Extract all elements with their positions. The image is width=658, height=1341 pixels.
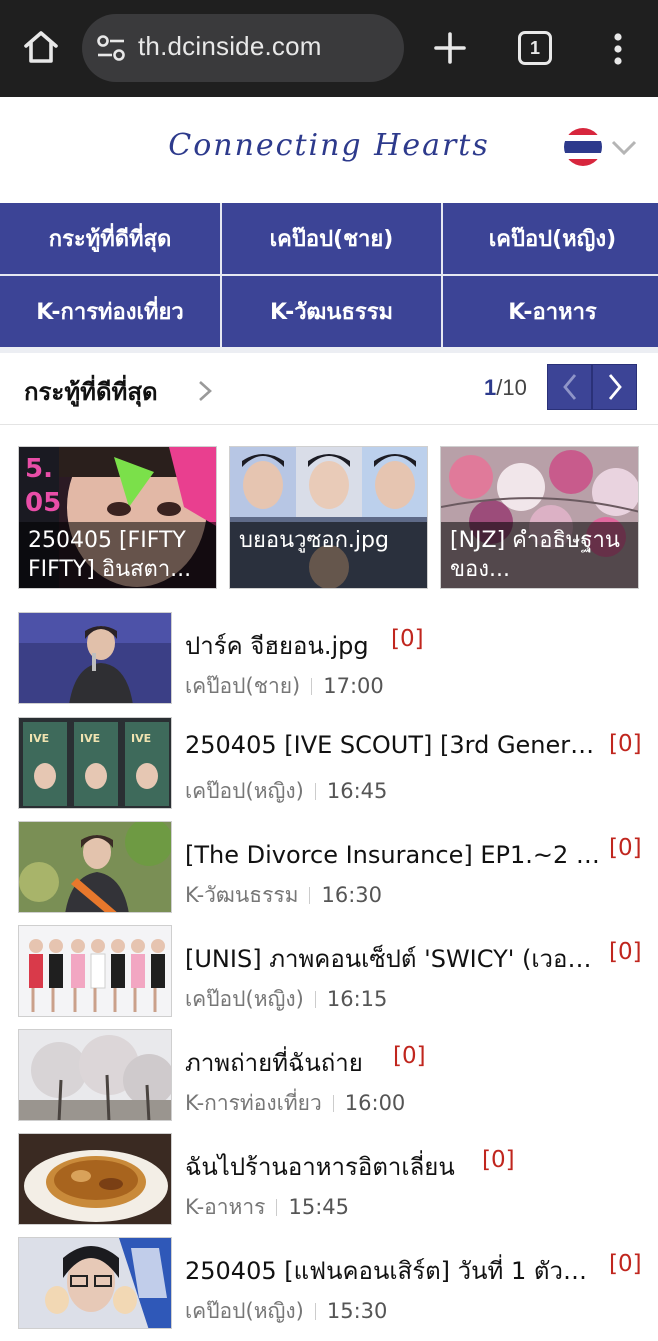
- featured-caption: 250405 [FIFTY FIFTY] อินสตา...: [19, 522, 216, 588]
- section-header: กระทู้ที่ดีที่สุด 1/10: [0, 353, 658, 425]
- site-header: Connecting Hearts: [0, 97, 658, 203]
- post-time: 15:45: [288, 1195, 349, 1219]
- list-item[interactable]: ปาร์ค จีฮยอน.jpg [0] เคป๊อป(ชาย) 17:00: [0, 612, 658, 716]
- category-k-culture[interactable]: K-วัฒนธรรม: [222, 276, 441, 347]
- list-item[interactable]: 250405 [แฟนคอนเสิร์ต] วันที่ 1 ตัวแทน [0…: [0, 1237, 658, 1341]
- featured-posts: 5. 05 250405 [FIFTY FIFTY] อินสตา... บยอ…: [18, 446, 640, 589]
- svg-text:05: 05: [25, 488, 61, 518]
- svg-text:IVE: IVE: [131, 732, 151, 745]
- post-time: 15:30: [326, 1299, 388, 1323]
- comment-count: [0]: [609, 939, 642, 965]
- category-k-food[interactable]: K-อาหาร: [443, 276, 658, 347]
- post-category: เคป๊อป(ชาย): [185, 674, 301, 698]
- category-kpop-male[interactable]: เคป๊อป(ชาย): [222, 203, 441, 274]
- next-page-button[interactable]: [592, 364, 637, 410]
- featured-card[interactable]: บยอนวูซอก.jpg: [229, 446, 428, 589]
- post-thumbnail: [18, 612, 172, 704]
- post-meta: เคป๊อป(หญิง) 16:15: [185, 983, 387, 1016]
- section-title[interactable]: กระทู้ที่ดีที่สุด: [24, 372, 158, 411]
- post-category: K-วัฒนธรรม: [185, 883, 299, 907]
- post-thumbnail: [18, 1133, 172, 1225]
- page-current: 1: [484, 375, 497, 400]
- post-thumbnail: [18, 1237, 172, 1329]
- post-thumbnail: [18, 1029, 172, 1121]
- separator: [332, 1095, 334, 1112]
- more-options-icon[interactable]: [606, 30, 630, 68]
- post-title: ฉันไปร้านอาหารอิตาเลี่ยน: [185, 1153, 455, 1181]
- svg-text:IVE: IVE: [29, 732, 49, 745]
- chevron-right-icon: [608, 374, 622, 400]
- separator: [314, 991, 316, 1008]
- svg-text:5.: 5.: [25, 454, 53, 484]
- list-item[interactable]: ภาพถ่ายที่ฉันถ่าย [0] K-การท่องเที่ยว 16:…: [0, 1029, 658, 1133]
- chevron-right-icon[interactable]: [196, 379, 214, 403]
- comment-count: [0]: [609, 835, 642, 861]
- post-title: [UNIS] ภาพคอนเซ็ปต์ 'SWICY' (เวอร์ชัน): [185, 945, 600, 973]
- comment-count: [0]: [391, 626, 424, 652]
- post-meta: K-อาหาร 15:45: [185, 1191, 349, 1224]
- post-meta: เคป๊อป(หญิง) 15:30: [185, 1295, 387, 1328]
- post-meta: เคป๊อป(ชาย) 17:00: [185, 670, 384, 703]
- address-bar[interactable]: th.dcinside.com: [82, 14, 404, 82]
- post-time: 16:00: [344, 1091, 406, 1115]
- featured-card[interactable]: 5. 05 250405 [FIFTY FIFTY] อินสตา...: [18, 446, 217, 589]
- post-title: 250405 [IVE SCOUT] [3rd Generation]: [185, 731, 600, 759]
- featured-caption: [NJZ] คำอธิษฐานของ...: [441, 522, 638, 588]
- thailand-flag-icon[interactable]: [564, 128, 602, 166]
- separator: [314, 1303, 316, 1320]
- svg-text:IVE: IVE: [80, 732, 100, 745]
- post-category: เคป๊อป(หญิง): [185, 987, 304, 1011]
- post-time: 16:45: [326, 779, 388, 803]
- post-time: 16:30: [321, 883, 383, 907]
- home-icon[interactable]: [22, 28, 60, 66]
- post-meta: K-วัฒนธรรม 16:30: [185, 879, 382, 912]
- category-best-posts[interactable]: กระทู้ที่ดีที่สุด: [0, 203, 220, 274]
- url-text: th.dcinside.com: [138, 31, 322, 61]
- post-title: ภาพถ่ายที่ฉันถ่าย: [185, 1049, 363, 1077]
- comment-count: [0]: [393, 1043, 426, 1069]
- post-category: K-อาหาร: [185, 1195, 266, 1219]
- chevron-left-icon: [562, 374, 576, 400]
- list-item[interactable]: [The Divorce Insurance] EP1.~2 สติลคัต […: [0, 821, 658, 925]
- category-k-travel[interactable]: K-การท่องเที่ยว: [0, 276, 220, 347]
- list-item[interactable]: [UNIS] ภาพคอนเซ็ปต์ 'SWICY' (เวอร์ชัน) […: [0, 925, 658, 1029]
- separator: [309, 887, 311, 904]
- post-thumbnail: IVE IVE IVE: [18, 717, 172, 809]
- page-total: /10: [496, 375, 527, 400]
- featured-caption: บยอนวูซอก.jpg: [230, 522, 427, 588]
- separator: [276, 1199, 278, 1216]
- post-category: เคป๊อป(หญิง): [185, 779, 304, 803]
- separator: [314, 783, 316, 800]
- post-thumbnail: [18, 925, 172, 1017]
- list-item[interactable]: IVE IVE IVE 250405 [IVE SCOUT] [3rd Gene…: [0, 717, 658, 821]
- post-time: 16:15: [326, 987, 388, 1011]
- category-kpop-female[interactable]: เคป๊อป(หญิง): [443, 203, 658, 274]
- post-title: ปาร์ค จีฮยอน.jpg: [185, 632, 369, 660]
- tab-switcher-button[interactable]: 1: [518, 31, 552, 65]
- comment-count: [0]: [609, 1251, 642, 1277]
- page-indicator: 1/10: [484, 375, 527, 401]
- post-meta: เคป๊อป(หญิง) 16:45: [185, 775, 387, 808]
- separator: [311, 678, 313, 695]
- post-category: เคป๊อป(หญิง): [185, 1299, 304, 1323]
- new-tab-icon[interactable]: [432, 30, 468, 66]
- pager-buttons: [547, 364, 637, 410]
- comment-count: [0]: [482, 1147, 515, 1173]
- post-title: 250405 [แฟนคอนเสิร์ต] วันที่ 1 ตัวแทน: [185, 1257, 600, 1285]
- site-logo[interactable]: Connecting Hearts: [0, 128, 658, 163]
- comment-count: [0]: [609, 731, 642, 757]
- site-settings-icon[interactable]: [96, 34, 126, 62]
- post-title: [The Divorce Insurance] EP1.~2 สติลคัต: [185, 841, 600, 869]
- post-meta: K-การท่องเที่ยว 16:00: [185, 1087, 405, 1120]
- list-item[interactable]: ฉันไปร้านอาหารอิตาเลี่ยน [0] K-อาหาร 15:4…: [0, 1133, 658, 1237]
- browser-toolbar: th.dcinside.com 1: [0, 0, 658, 97]
- post-thumbnail: [18, 821, 172, 913]
- post-category: K-การท่องเที่ยว: [185, 1091, 322, 1115]
- featured-card[interactable]: [NJZ] คำอธิษฐานของ...: [440, 446, 639, 589]
- chevron-down-icon[interactable]: [610, 138, 638, 158]
- category-nav: กระทู้ที่ดีที่สุด เคป๊อป(ชาย) เคป๊อป(หญิ…: [0, 203, 658, 347]
- post-time: 17:00: [323, 674, 384, 698]
- previous-page-button[interactable]: [547, 364, 592, 410]
